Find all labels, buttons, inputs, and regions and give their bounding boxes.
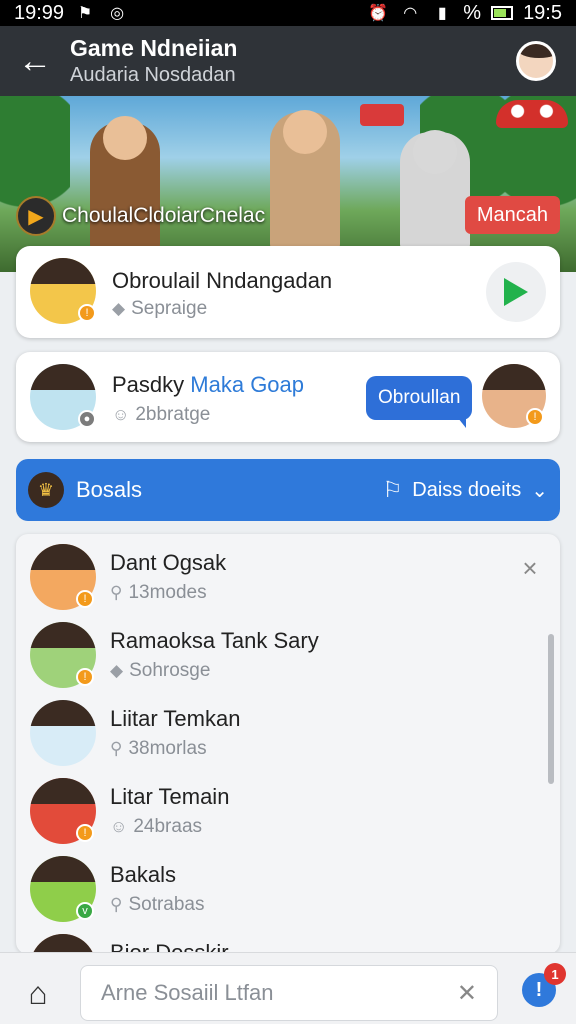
list-item-sub-text: 24braas: [133, 816, 203, 837]
page-title: Game Ndneiian: [70, 35, 238, 61]
level-badge-icon: !: [76, 824, 94, 842]
status-bar: 19:99 ⚑ ◎ ⏰ ◠ ▮ % 19:5: [0, 0, 576, 26]
search-box[interactable]: ✕: [80, 965, 498, 1021]
card-title-highlight: Maka Goap: [190, 372, 305, 397]
list-item[interactable]: ! Dant Ogsak ⚲ 13modes ×: [16, 534, 560, 612]
notification-count-badge: 1: [544, 963, 566, 985]
battery-icon: [491, 6, 514, 20]
friends-list[interactable]: ! Dant Ogsak ⚲ 13modes × ! Ramaoksa Tank …: [16, 534, 560, 954]
card-subtitle-text: Sepraige: [131, 298, 208, 319]
play-triangle-icon: [504, 278, 528, 306]
list-item-sub: ⚲ 13modes: [110, 582, 207, 604]
banner-character-head: [103, 116, 147, 160]
section-header[interactable]: ♛ Bosals ⚐ Daiss doeits ⌄: [16, 459, 560, 521]
profile-avatar-button[interactable]: [506, 31, 566, 91]
camera-icon: ◎: [110, 5, 125, 22]
mini-avatar-icon: ☺: [112, 405, 130, 424]
list-item[interactable]: ! Ramaoksa Tank Sary ◆ Sohrosge: [16, 612, 560, 690]
status-badge-icon: ●: [78, 410, 96, 428]
chat-bubble-button[interactable]: Obroullan: [366, 376, 473, 428]
section-title: Bosals: [76, 477, 143, 502]
play-icon: ▶: [16, 196, 56, 236]
tag-icon: ◆: [110, 661, 124, 680]
avatar: [516, 41, 556, 81]
list-item-name: Bakals: [110, 862, 177, 887]
list-item-sub-text: 13modes: [128, 582, 207, 603]
scrollbar[interactable]: [548, 634, 554, 784]
card-subtitle-text: 2bbratge: [135, 404, 211, 425]
app-bar: ← Game Ndneiian Audaria Nosdadan: [0, 26, 576, 96]
featured-player-card[interactable]: ! Obroulail Nndangadan ◆ Sepraige: [16, 246, 560, 338]
banner-mushroom: [496, 100, 568, 128]
wifi-icon: ◠: [403, 5, 418, 22]
list-item[interactable]: Liitar Temkan ⚲ 38morlas: [16, 690, 560, 768]
flag-icon: ⚐: [382, 477, 403, 502]
search-small-icon: ⚲: [110, 583, 123, 602]
card-title: Pasdky Maka Goap: [112, 372, 304, 398]
list-item-sub-text: Sotrabas: [128, 894, 205, 915]
level-badge-icon: !: [78, 304, 96, 322]
signal-icon: ▮: [437, 5, 447, 22]
card-subtitle: ◆ Sepraige: [112, 298, 207, 320]
avatar: [30, 700, 96, 766]
list-item-sub: ◆ Sohrosge: [110, 660, 210, 682]
list-item-sub: ☺ 24braas: [110, 816, 202, 838]
player-card[interactable]: ● Pasdky Maka Goap ☺ 2bbratge Obroullan …: [16, 352, 560, 442]
banner-character-head: [283, 110, 327, 154]
card-title: Obroulail Nndangadan: [112, 268, 333, 293]
list-item-sub: ⚲ 38morlas: [110, 738, 207, 760]
bottom-bar: ⌂ ✕ ! 1: [0, 952, 576, 1024]
verified-badge-icon: v: [76, 902, 94, 920]
status-right-text: 19:5: [523, 1, 562, 24]
banner-sign: [360, 104, 404, 126]
search-small-icon: ⚲: [110, 739, 123, 758]
home-icon[interactable]: ⌂: [18, 975, 58, 1011]
play-go-button[interactable]: [486, 262, 546, 322]
list-item-name: Dant Ogsak: [110, 550, 227, 575]
list-item[interactable]: Bior Dosskir: [16, 924, 560, 954]
card-subtitle: ☺ 2bbratge: [112, 404, 210, 426]
search-input[interactable]: [101, 980, 457, 1006]
list-item-name: Litar Temain: [110, 784, 230, 809]
list-item[interactable]: v Bakals ⚲ Sotrabas: [16, 846, 560, 924]
section-dropdown[interactable]: ⚐ Daiss doeits ⌄: [383, 477, 548, 503]
list-item-name: Ramaoksa Tank Sary: [110, 628, 319, 653]
mini-avatar-icon: ☺: [110, 817, 128, 836]
card-title-prefix: Pasdky: [112, 372, 185, 397]
battery-percent: %: [463, 1, 482, 24]
chevron-down-icon: ⌄: [531, 479, 548, 502]
list-item-sub: ⚲ Sotrabas: [110, 894, 205, 916]
tag-icon: ◆: [112, 299, 126, 318]
banner-character-head: [413, 130, 457, 174]
avatar: [30, 934, 96, 954]
list-item[interactable]: ! Litar Temain ☺ 24braas: [16, 768, 560, 846]
section-dropdown-label: Daiss doeits: [412, 478, 522, 501]
list-item-name: Liitar Temkan: [110, 706, 241, 731]
back-arrow-icon[interactable]: ←: [0, 26, 70, 96]
banner-label: ChoulalCldoiarCnelac: [62, 204, 266, 227]
list-item-sub-text: Sohrosge: [129, 660, 211, 681]
banner-channel[interactable]: ▶ ChoulalCldoiarCnelac: [16, 196, 265, 236]
search-small-icon: ⚲: [110, 895, 123, 914]
alarm-icon: ⏰: [368, 5, 389, 22]
level-badge-icon: !: [526, 408, 544, 426]
clear-icon[interactable]: ✕: [457, 979, 477, 1008]
match-button[interactable]: Mancah: [464, 196, 560, 234]
page-subtitle: Audaria Nosdadan: [70, 64, 236, 86]
level-badge-icon: !: [76, 668, 94, 686]
close-icon[interactable]: ×: [514, 552, 546, 584]
trophy-icon: ♛: [28, 472, 64, 508]
list-item-sub-text: 38morlas: [128, 738, 207, 759]
level-badge-icon: !: [76, 590, 94, 608]
status-time: 19:99: [14, 1, 65, 24]
header-titles: Game Ndneiian Audaria Nosdadan: [70, 34, 506, 88]
notification-flag-icon: ⚑: [77, 5, 93, 22]
